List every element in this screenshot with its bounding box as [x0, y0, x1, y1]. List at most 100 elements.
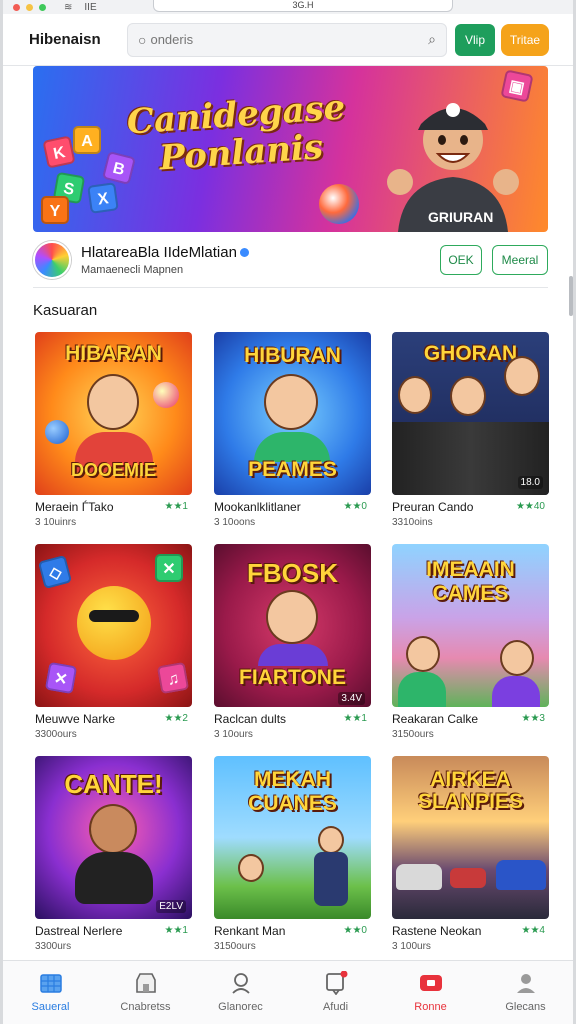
- game-title[interactable]: Rastene Neokan: [392, 924, 507, 938]
- game-card[interactable]: FBOSK FIARTONE 3.4V Raclcan dults ★★1 3 …: [214, 544, 371, 749]
- banner-person-illustration: GRIURAN: [387, 103, 519, 232]
- search-box[interactable]: ○ ⌕: [127, 22, 447, 57]
- main-content[interactable]: K A S X B Y ▣ Canidegase Ponlanis GRIURA…: [3, 66, 573, 960]
- game-card[interactable]: IMEAAIN CAMES Reakaran Calke ★★3 3150our…: [392, 544, 549, 749]
- game-title[interactable]: Reakaran Calke: [392, 712, 507, 726]
- featured-app-row[interactable]: HlatareaBla IIdeMlatian Mamaenecli Mapne…: [33, 238, 548, 282]
- game-title[interactable]: Raclcan dults: [214, 712, 329, 726]
- game-meta: 3 10ours: [214, 729, 253, 740]
- game-title[interactable]: Meraein ЃTako: [35, 500, 150, 514]
- nav-item-saueral[interactable]: Saueral: [3, 961, 98, 1024]
- meeral-button[interactable]: Meeral: [492, 245, 548, 275]
- game-card[interactable]: HIBARAN DOOEMIE Meraein ЃTako ★★1 3 10ui…: [35, 332, 192, 537]
- game-thumbnail[interactable]: AIRKEA SLANPIES: [392, 756, 549, 919]
- star-rating: ★★1: [164, 925, 189, 936]
- game-card[interactable]: AIRKEA SLANPIES Rastene Neokan ★★4 3 100…: [392, 756, 549, 960]
- nav-label: Saueral: [31, 1001, 70, 1013]
- nav-item-glecans[interactable]: Glecans: [478, 961, 573, 1024]
- game-title[interactable]: Renkant Man: [214, 924, 329, 938]
- ball-icon: [153, 382, 179, 408]
- version-badge: 3.4V: [338, 692, 365, 705]
- tritae-button[interactable]: Tritae: [501, 23, 549, 56]
- star-rating: ★★3: [521, 713, 546, 724]
- promo-banner[interactable]: K A S X B Y ▣ Canidegase Ponlanis GRIURA…: [33, 66, 548, 232]
- game-title[interactable]: Preuran Cando: [392, 500, 507, 514]
- game-card[interactable]: ◇ ✕ ✕ ♫ Meuwve Narke ★★2 3300ours: [35, 544, 192, 749]
- tile-icon: ✕: [44, 661, 78, 695]
- nav-item-glanorec[interactable]: Glanorec: [193, 961, 288, 1024]
- game-card[interactable]: CANTE! E2LV Dastreal Nerlere ★★1 3300urs: [35, 756, 192, 960]
- star-rating: ★★4: [521, 925, 546, 936]
- featured-app-name: HlatareaBla IIdeMlatian: [81, 244, 440, 261]
- nav-item-afudi[interactable]: Afudi: [288, 961, 383, 1024]
- ball-icon: [45, 420, 69, 444]
- scrollbar[interactable]: [569, 276, 573, 316]
- vip-button[interactable]: Vlip: [455, 23, 495, 56]
- car-icon: [450, 868, 486, 888]
- user-icon: [231, 973, 250, 994]
- zoom-dot-icon[interactable]: [39, 3, 46, 11]
- nav-label: Cnabretss: [120, 1001, 171, 1013]
- search-input[interactable]: [150, 32, 429, 47]
- game-card[interactable]: HIBURAN PEAMES Mookanlklitlaner ★★0 3 10…: [214, 332, 371, 537]
- character-icon: [264, 374, 318, 430]
- game-thumbnail[interactable]: MEKAH CUANES: [214, 756, 371, 919]
- game-title[interactable]: Dastreal Nerlere: [35, 924, 150, 938]
- letter-tile-icon: A: [73, 126, 101, 154]
- game-title[interactable]: Meuwve Narke: [35, 712, 150, 726]
- chat-icon: [325, 971, 347, 995]
- game-thumbnail[interactable]: HIBURAN PEAMES: [214, 332, 371, 495]
- car-icon: [396, 864, 442, 890]
- star-rating: ★★2: [164, 713, 189, 724]
- nav-label: Glecans: [505, 1001, 546, 1013]
- character-icon: [266, 590, 318, 644]
- tile-icon: ♫: [156, 661, 190, 695]
- nav-label: Afudi: [322, 1001, 349, 1013]
- kid-icon: [500, 640, 534, 676]
- game-meta: 3150ours: [214, 941, 256, 952]
- divider: [33, 287, 548, 288]
- star-rating: ★★0: [343, 501, 368, 512]
- letter-tile-icon: X: [87, 182, 119, 214]
- wifi-icon: ≋: [64, 1, 73, 13]
- grid-icon: [39, 974, 62, 993]
- game-card[interactable]: MEKAH CUANES Renkant Man ★★0 3150ours: [214, 756, 371, 960]
- game-thumbnail[interactable]: ◇ ✕ ✕ ♫: [35, 544, 192, 707]
- star-rating: ★★1: [164, 501, 189, 512]
- game-thumbnail[interactable]: HIBARAN DOOEMIE: [35, 332, 192, 495]
- game-meta: 3300urs: [35, 941, 72, 952]
- game-card[interactable]: GHORAN 18.0 Preuran Cando ★★40 3310oins: [392, 332, 549, 537]
- nav-label: Glanorec: [218, 1001, 263, 1013]
- version-badge: E2LV: [156, 900, 186, 913]
- star-rating: ★★40: [515, 501, 545, 512]
- search-submit-icon[interactable]: ⌕: [428, 31, 436, 48]
- game-meta: 3150ours: [392, 729, 434, 740]
- game-thumbnail[interactable]: CANTE! E2LV: [35, 756, 192, 919]
- tile-icon: ◇: [37, 554, 73, 590]
- address-bar[interactable]: 3G.H: [153, 0, 453, 12]
- svg-text:GRIURAN: GRIURAN: [428, 209, 493, 225]
- ok-button[interactable]: OEK: [440, 245, 482, 275]
- search-icon: ○: [138, 31, 147, 48]
- letter-tile-icon: K: [42, 135, 76, 169]
- person-icon: [450, 376, 486, 416]
- character-body-icon: [75, 852, 153, 904]
- star-rating: ★★1: [343, 713, 368, 724]
- game-thumbnail[interactable]: GHORAN 18.0: [392, 332, 549, 495]
- close-dot-icon[interactable]: [13, 3, 20, 11]
- featured-app-info: HlatareaBla IIdeMlatian Mamaenecli Mapne…: [81, 244, 440, 276]
- game-title[interactable]: Mookanlklitlaner: [214, 500, 329, 514]
- status-label: IIE: [84, 1, 97, 13]
- nav-item-cnabretss[interactable]: Cnabretss: [98, 961, 193, 1024]
- age-badge: 18.0: [517, 476, 543, 489]
- sunglasses-icon: [89, 610, 139, 622]
- game-meta: 3 100urs: [392, 941, 431, 952]
- emoji-character-icon: [77, 586, 151, 660]
- star-rating: ★★0: [343, 925, 368, 936]
- minimize-dot-icon[interactable]: [26, 3, 33, 11]
- nav-item-ronne[interactable]: Ronne: [383, 961, 478, 1024]
- game-thumbnail[interactable]: IMEAAIN CAMES: [392, 544, 549, 707]
- game-thumbnail[interactable]: FBOSK FIARTONE 3.4V: [214, 544, 371, 707]
- man-body-icon: [314, 852, 348, 906]
- game-meta: 3300ours: [35, 729, 77, 740]
